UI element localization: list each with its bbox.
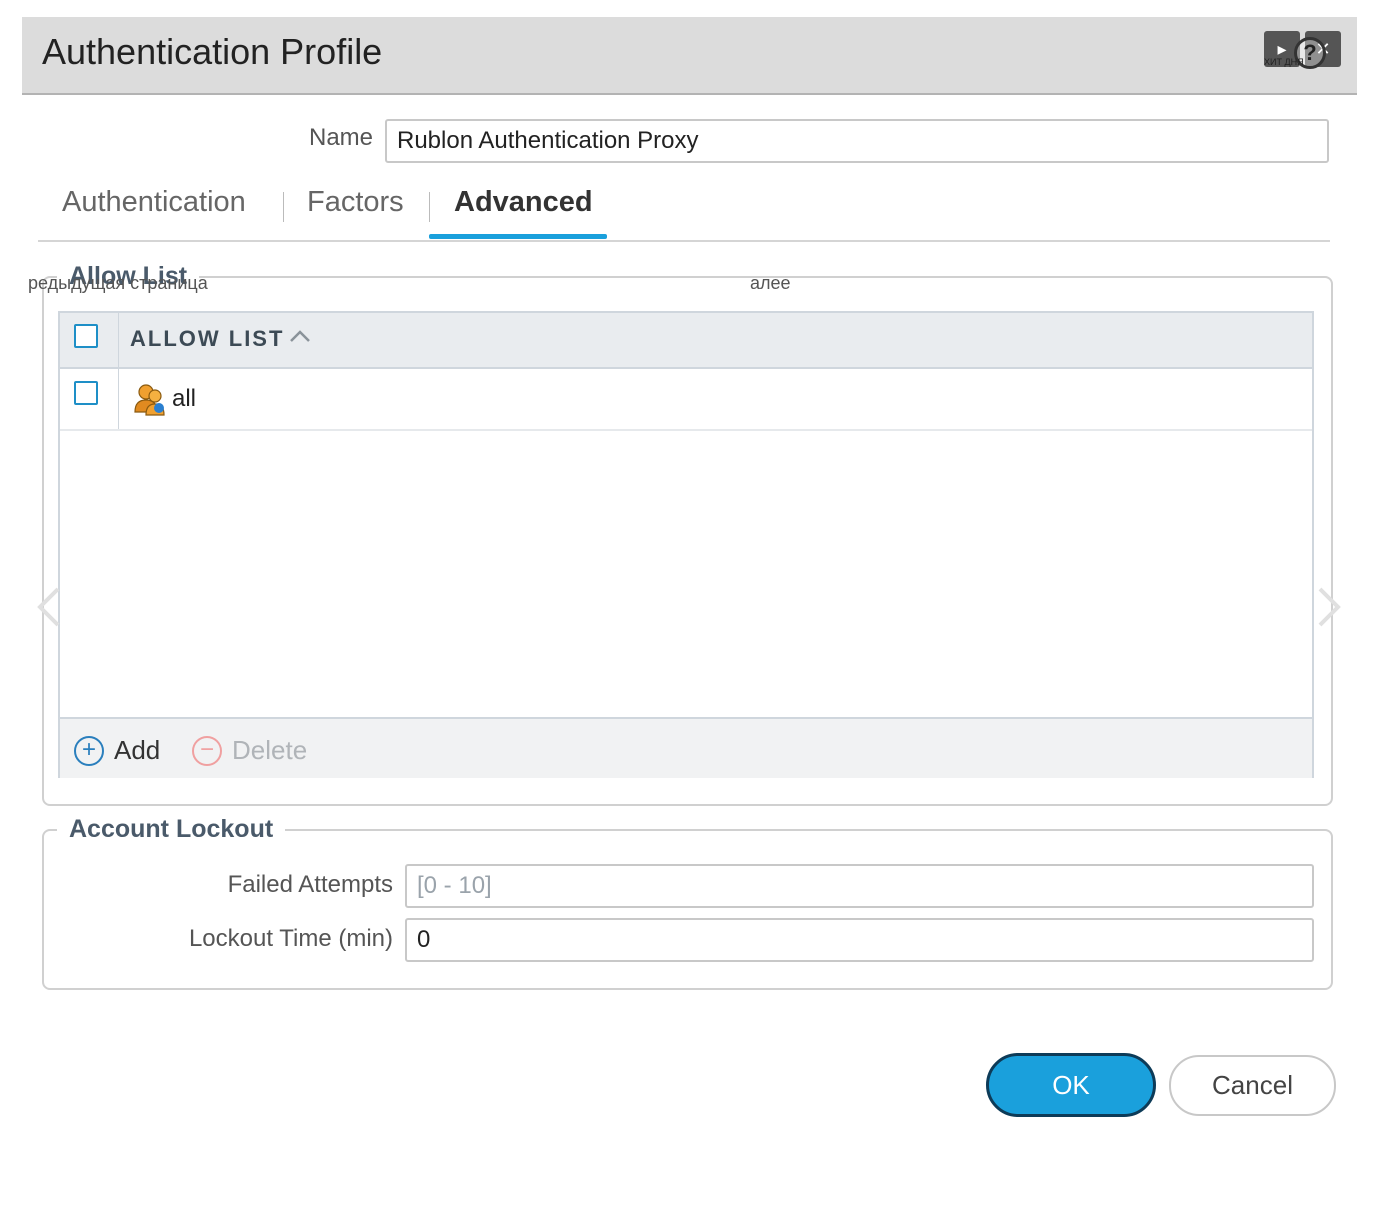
tab-divider bbox=[283, 192, 284, 222]
tab-advanced[interactable]: Advanced bbox=[454, 186, 593, 219]
name-input[interactable]: Rublon Authentication Proxy bbox=[385, 119, 1329, 163]
add-icon[interactable]: + bbox=[74, 736, 104, 766]
tab-factors[interactable]: Factors bbox=[307, 186, 404, 219]
add-button[interactable]: Add bbox=[114, 735, 160, 766]
column-divider bbox=[118, 369, 119, 429]
sort-ascending-icon[interactable] bbox=[288, 326, 312, 352]
prev-arrow-icon[interactable] bbox=[32, 585, 66, 641]
column-header-allow-list[interactable]: ALLOW LIST bbox=[130, 326, 284, 352]
row-checkbox[interactable] bbox=[74, 381, 98, 405]
table-row[interactable]: all bbox=[60, 369, 1312, 431]
select-all-checkbox[interactable] bbox=[74, 324, 98, 348]
account-lockout-section bbox=[42, 829, 1333, 990]
tab-authentication[interactable]: Authentication bbox=[62, 186, 246, 219]
active-tab-indicator bbox=[429, 234, 607, 239]
user-group-icon bbox=[134, 384, 165, 416]
column-divider bbox=[118, 313, 119, 367]
delete-button: Delete bbox=[232, 735, 308, 765]
table-header: ALLOW LIST bbox=[60, 313, 1312, 369]
lockout-time-input[interactable]: 0 bbox=[405, 918, 1314, 962]
title-bar-overlay-text: ХИТ ДНЯ bbox=[1264, 57, 1304, 67]
failed-attempts-label: Failed Attempts bbox=[227, 871, 393, 898]
dialog-title-bar: Authentication Profile ▸ ✕ ? ХИТ ДНЯ bbox=[22, 17, 1357, 95]
next-arrow-icon[interactable] bbox=[1312, 585, 1346, 641]
delete-icon: − bbox=[192, 736, 222, 766]
ok-button[interactable]: OK bbox=[986, 1053, 1156, 1117]
tab-bar: Authentication Factors Advanced bbox=[38, 180, 1330, 242]
allow-list-table: ALLOW LIST all + Add − Delete bbox=[58, 311, 1314, 778]
table-toolbar: + Add − Delete bbox=[60, 717, 1312, 778]
lockout-time-label: Lockout Time (min) bbox=[188, 925, 393, 952]
prev-page-overlay[interactable]: редыдущая страница bbox=[28, 273, 208, 294]
row-label: all bbox=[172, 385, 197, 412]
dialog-title: Authentication Profile bbox=[42, 31, 383, 72]
next-page-overlay[interactable]: алее bbox=[750, 273, 791, 294]
cancel-button[interactable]: Cancel bbox=[1169, 1055, 1336, 1116]
account-lockout-title: Account Lockout bbox=[57, 815, 286, 844]
tab-divider bbox=[429, 192, 430, 222]
name-label: Name bbox=[309, 124, 374, 151]
failed-attempts-input[interactable]: [0 - 10] bbox=[405, 864, 1314, 908]
